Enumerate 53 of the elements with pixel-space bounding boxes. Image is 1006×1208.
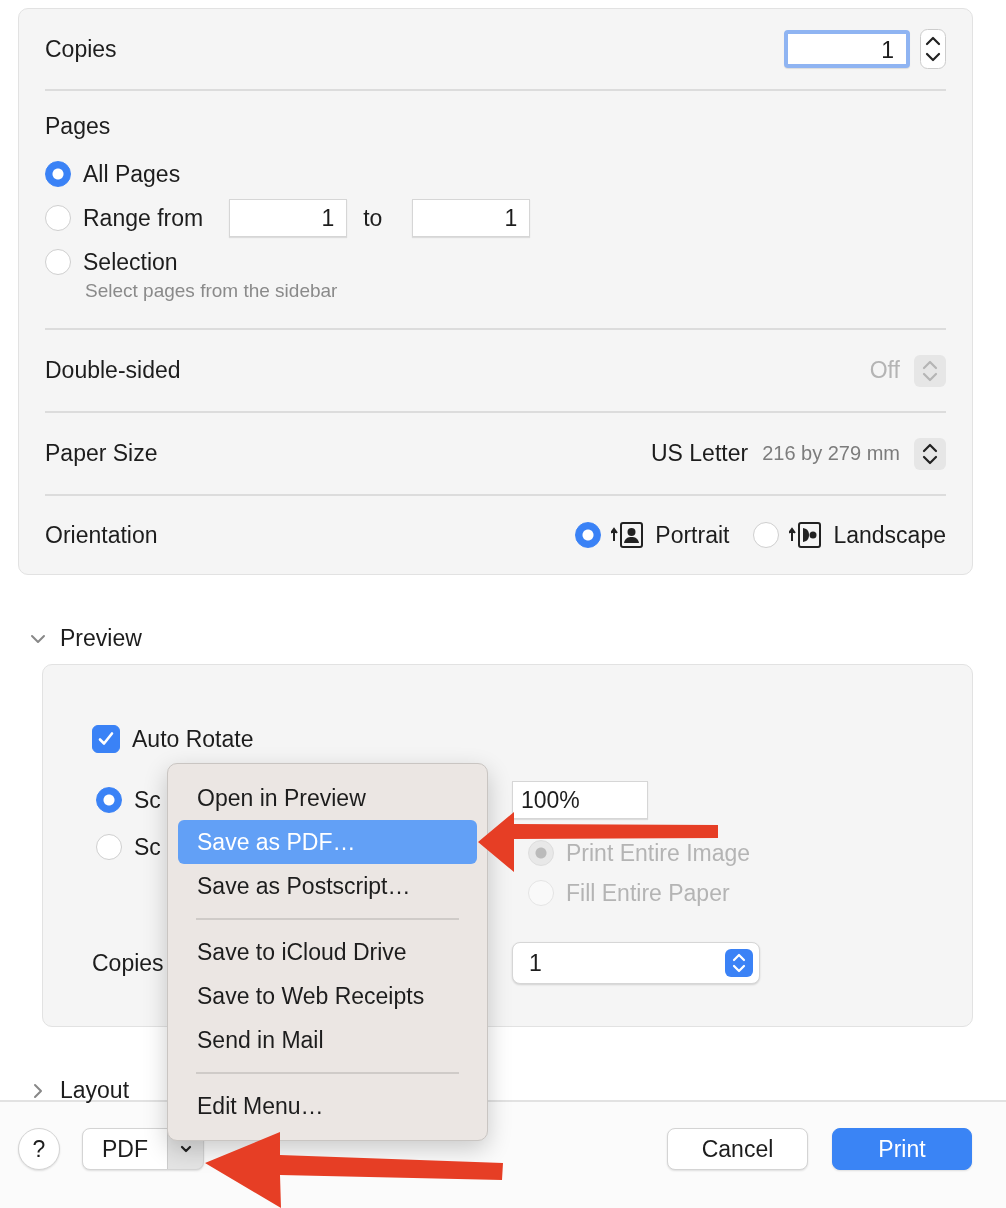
paper-dimensions: 216 by 279 mm xyxy=(762,442,900,465)
range-from-field[interactable]: 1 xyxy=(229,199,348,237)
menu-item[interactable]: Save as Postscript… xyxy=(178,864,477,908)
radio-label: Sc xyxy=(134,786,161,814)
landscape-icon xyxy=(789,521,824,549)
menu-item[interactable]: Save to Web Receipts xyxy=(178,974,477,1018)
menu-item[interactable]: Edit Menu… xyxy=(178,1084,477,1128)
radio-label: Range from xyxy=(83,204,204,232)
radio-button[interactable] xyxy=(45,161,71,187)
scale-field[interactable]: 100% xyxy=(512,781,648,819)
cancel-button[interactable]: Cancel xyxy=(667,1128,808,1170)
paper-size-label: Paper Size xyxy=(45,440,158,467)
radio-button[interactable] xyxy=(575,522,602,548)
radio-button[interactable] xyxy=(45,249,71,275)
double-sided-label: Double-sided xyxy=(45,357,181,384)
portrait-icon xyxy=(611,521,646,549)
stepper-icon[interactable] xyxy=(920,29,946,69)
range-to-field[interactable]: 1 xyxy=(412,199,531,237)
radio-label: Landscape xyxy=(833,521,946,549)
radio-label: Portrait xyxy=(655,521,730,549)
checkmark-icon xyxy=(97,730,115,748)
radio-label: Print Entire Image xyxy=(566,839,751,867)
radio-button[interactable] xyxy=(96,834,122,860)
double-sided-value: Off xyxy=(869,357,900,384)
pages-label: Pages xyxy=(45,113,112,140)
menu-item[interactable]: Save to iCloud Drive xyxy=(178,930,477,974)
menu-item[interactable]: Open in Preview xyxy=(178,776,477,820)
hint-text: Select pages from the sidebar xyxy=(85,280,339,302)
paper-size-value: US Letter xyxy=(651,440,749,467)
copies-label: Copies xyxy=(45,35,117,63)
radio-button[interactable] xyxy=(753,522,780,548)
radio-button[interactable] xyxy=(96,787,122,813)
checkbox-label: Auto Rotate xyxy=(132,725,254,753)
stepper-icon[interactable] xyxy=(914,437,946,470)
checkbox[interactable] xyxy=(92,725,120,753)
pdf-button[interactable]: PDF xyxy=(82,1128,168,1170)
section-title: Preview xyxy=(60,625,142,652)
copies-select[interactable]: 1 xyxy=(512,942,760,984)
radio-button[interactable] xyxy=(45,205,71,231)
stepper-icon xyxy=(725,949,753,977)
radio-label: Selection xyxy=(83,248,178,276)
copies-field[interactable]: 1 xyxy=(784,30,910,68)
menu-item[interactable]: Send in Mail xyxy=(178,1018,477,1062)
to-label: to xyxy=(363,204,383,232)
section-title: Layout xyxy=(60,1077,130,1104)
radio-label: All Pages xyxy=(83,160,181,188)
caret-icon xyxy=(178,1144,193,1154)
print-button[interactable]: Print xyxy=(832,1128,972,1170)
help-button[interactable]: ? xyxy=(18,1128,60,1170)
copies-label: Copies xyxy=(92,949,164,977)
orientation-label: Orientation xyxy=(45,521,158,549)
radio-label: Fill Entire Paper xyxy=(566,879,730,907)
radio-label: Sc xyxy=(134,833,161,861)
